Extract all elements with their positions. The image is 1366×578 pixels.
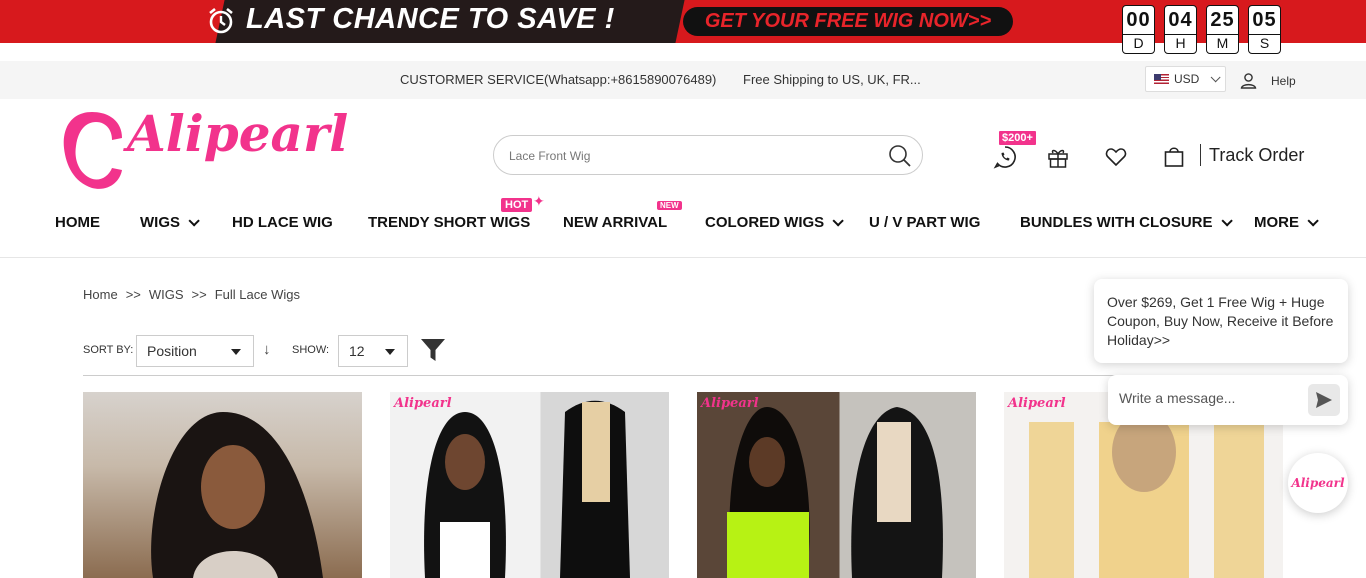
alarm-clock-icon: [209, 7, 233, 34]
sort-value: Position: [147, 343, 197, 359]
nav-item-label: NEW ARRIVAL: [563, 214, 668, 231]
breadcrumb-separator: >>: [125, 287, 141, 302]
countdown-value: 04: [1168, 9, 1193, 31]
countdown-minutes: 25 M: [1206, 5, 1239, 54]
breadcrumb-wigs[interactable]: WIGS: [149, 287, 184, 302]
product-photo: [727, 407, 943, 578]
countdown-unit: H: [1175, 35, 1186, 51]
us-flag-icon: [1154, 74, 1169, 84]
product-card-image[interactable]: Alipearl: [697, 392, 976, 578]
chevron-down-icon: [1211, 71, 1221, 82]
sort-direction-arrow-icon[interactable]: ↓: [263, 341, 271, 358]
shipping-notice: Free Shipping to US, UK, FR...: [743, 72, 921, 87]
wishlist-heart-icon[interactable]: [1104, 145, 1128, 169]
show-label: SHOW:: [292, 344, 330, 356]
promo-title: LAST CHANCE TO SAVE !: [246, 3, 615, 35]
nav-item-label: TRENDY SHORT WIGS: [368, 214, 531, 231]
send-button[interactable]: [1308, 384, 1340, 416]
product-brand-watermark: Alipearl: [1008, 396, 1066, 411]
main-navigation: HOME WIGS HD LACE WIG TRENDY SHORT WIGS …: [0, 214, 1366, 238]
currency-value: USD: [1174, 72, 1200, 86]
top-utility-bar: CUSTORMER SERVICE(Whatsapp:+861589007648…: [0, 61, 1366, 99]
sparkle-icon: ✦: [533, 193, 545, 209]
countdown-value: 25: [1210, 9, 1235, 31]
nav-item-home[interactable]: HOME: [55, 214, 100, 231]
countdown-days: 00 D: [1122, 5, 1155, 54]
breadcrumb-separator: >>: [191, 287, 207, 302]
search-input[interactable]: [509, 145, 869, 167]
chat-input-box: [1108, 375, 1348, 425]
product-photo: [424, 400, 630, 578]
cart-bag-icon[interactable]: [1162, 145, 1186, 169]
countdown-unit: S: [1259, 35, 1270, 51]
breadcrumb-home[interactable]: Home: [83, 287, 118, 302]
product-photo: [151, 412, 323, 578]
product-toolbar: SORT BY: Position ↓ SHOW: 12: [83, 335, 1083, 367]
show-value: 12: [349, 343, 365, 359]
countdown-seconds: 05 S: [1248, 5, 1281, 54]
promo-cta-button[interactable]: GET YOUR FREE WIG NOW>>: [683, 7, 1013, 36]
nav-item-label: U / V PART WIG: [869, 214, 981, 231]
user-account-icon[interactable]: [1240, 72, 1257, 89]
nav-item-label: WIGS: [140, 214, 180, 231]
nav-item-label: MORE: [1254, 214, 1299, 231]
nav-item-new-arrival[interactable]: NEW ARRIVAL: [563, 214, 667, 231]
breadcrumb: Home >> WIGS >> Full Lace Wigs: [83, 287, 300, 302]
chat-message-input[interactable]: [1119, 390, 1299, 406]
new-badge: NEW: [657, 201, 682, 210]
nav-item-trendy-short-wigs[interactable]: TRENDY SHORT WIGS: [368, 214, 530, 231]
nav-item-uv-part-wig[interactable]: U / V PART WIG: [869, 214, 980, 231]
countdown-hours: 04 H: [1164, 5, 1197, 54]
track-order-link[interactable]: Track Order: [1200, 144, 1304, 166]
chevron-down-icon: [832, 214, 844, 227]
nav-divider: [0, 257, 1366, 258]
chat-promo-message[interactable]: Over $269, Get 1 Free Wig + Huge Coupon,…: [1094, 279, 1348, 363]
whatsapp-reward-badge: $200+: [999, 131, 1036, 145]
logo-silhouette-icon: [63, 112, 122, 189]
countdown-timer: 00 D 04 H 25 M 05 S: [1122, 5, 1281, 54]
filter-funnel-icon[interactable]: [420, 337, 446, 363]
nav-item-label: HD LACE WIG: [232, 214, 333, 231]
caret-down-icon: [385, 349, 395, 355]
site-logo[interactable]: Alipearl: [62, 104, 362, 192]
breadcrumb-current: Full Lace Wigs: [214, 287, 300, 302]
chevron-down-icon: [188, 214, 200, 227]
chevron-down-icon: [1307, 214, 1319, 227]
search-icon[interactable]: [888, 144, 912, 168]
sort-label: SORT BY:: [83, 344, 134, 356]
product-card-image[interactable]: [83, 392, 362, 578]
countdown-unit: M: [1216, 35, 1229, 51]
chevron-down-icon: [1220, 214, 1233, 227]
countdown-value: 00: [1126, 9, 1151, 31]
customer-service-link[interactable]: CUSTORMER SERVICE(Whatsapp:+861589007648…: [400, 72, 716, 87]
gift-icon[interactable]: [1046, 145, 1070, 169]
countdown-unit: D: [1133, 35, 1144, 51]
currency-selector[interactable]: USD: [1145, 66, 1226, 92]
nav-item-label: COLORED WIGS: [705, 214, 825, 231]
countdown-value: 05: [1252, 9, 1277, 31]
nav-item-bundles-with-closure[interactable]: BUNDLES WITH CLOSURE: [1020, 214, 1233, 231]
caret-down-icon: [231, 349, 241, 355]
product-card-image[interactable]: Alipearl: [390, 392, 669, 578]
show-select[interactable]: 12: [338, 335, 408, 367]
chat-launcher-button[interactable]: Alipearl: [1288, 453, 1348, 513]
hot-badge: HOT: [501, 198, 533, 212]
logo-text: Alipearl: [127, 104, 349, 163]
search-bar: [493, 135, 923, 175]
nav-item-more[interactable]: MORE: [1254, 214, 1319, 231]
sort-select[interactable]: Position: [136, 335, 254, 367]
whatsapp-icon[interactable]: [993, 145, 1017, 169]
toolbar-divider: [83, 375, 1283, 376]
nav-item-wigs[interactable]: WIGS: [140, 214, 200, 231]
nav-item-hd-lace-wig[interactable]: HD LACE WIG: [232, 214, 333, 231]
nav-item-colored-wigs[interactable]: COLORED WIGS: [705, 214, 844, 231]
nav-item-label: BUNDLES WITH CLOSURE: [1020, 214, 1213, 231]
nav-item-label: HOME: [55, 214, 100, 231]
product-brand-watermark: Alipearl: [701, 396, 759, 411]
send-arrow-icon: [1316, 392, 1332, 408]
product-brand-watermark: Alipearl: [394, 396, 452, 411]
help-link[interactable]: Help: [1271, 74, 1296, 88]
